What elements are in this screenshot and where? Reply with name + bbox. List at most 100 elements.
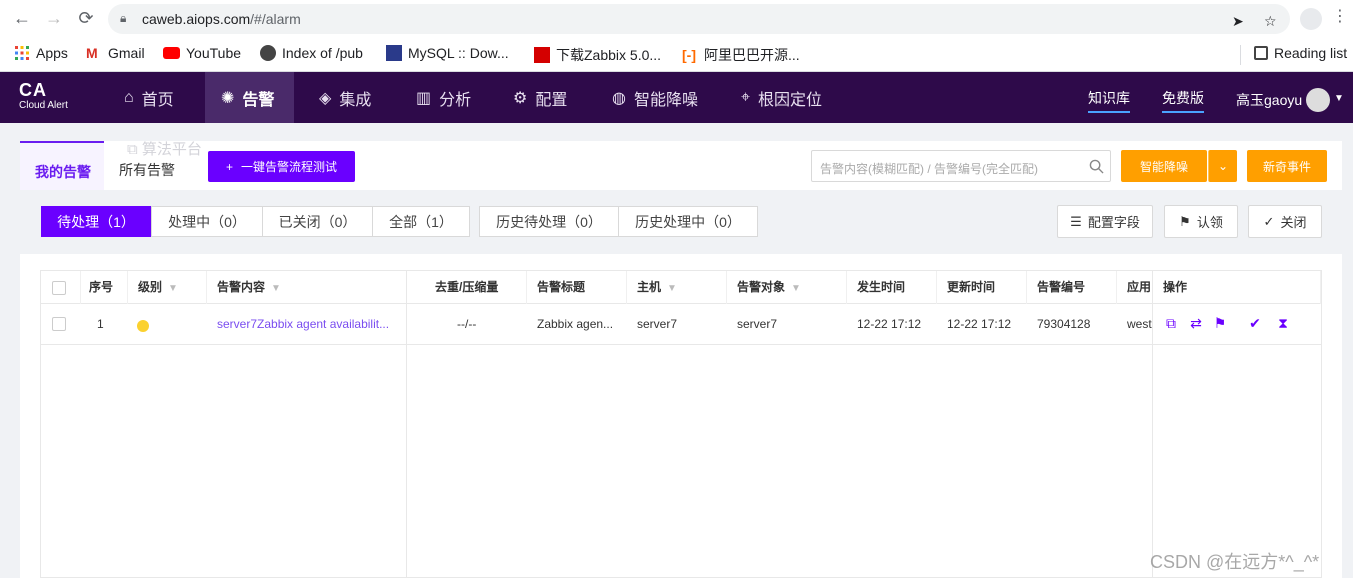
search-icon[interactable] bbox=[1089, 159, 1104, 174]
col-label: 告警对象 bbox=[737, 280, 786, 294]
cell-alarm-no: 79304128 bbox=[1037, 317, 1091, 331]
cell-object: server7 bbox=[737, 317, 778, 331]
reading-list[interactable]: Reading list bbox=[1254, 45, 1347, 61]
filter-icon[interactable]: ▼ bbox=[667, 272, 677, 304]
bookmark-zabbix[interactable]: 下载Zabbix 5.0... bbox=[534, 45, 661, 65]
filter-pending[interactable]: 待处理（1） bbox=[41, 206, 151, 237]
cell-update-time: 12-22 17:12 bbox=[947, 317, 1012, 331]
star-icon[interactable]: ☆ bbox=[1264, 13, 1277, 30]
send-icon[interactable]: ➤ bbox=[1232, 13, 1244, 30]
apps-grid-icon bbox=[15, 46, 29, 60]
nav-label: 告警 bbox=[242, 91, 275, 109]
col-label: 告警内容 bbox=[217, 280, 266, 294]
ghost-algorithm-platform: ⧉ 算法平台 bbox=[127, 138, 202, 159]
filter-history-pending[interactable]: 历史待处理（0） bbox=[479, 206, 619, 237]
alarm-search-input[interactable]: 告警内容(模糊匹配) / 告警编号(完全匹配) bbox=[811, 150, 1111, 182]
col-object[interactable]: 告警对象 ▼ bbox=[727, 271, 847, 304]
layers-icon: ◈ bbox=[319, 89, 332, 107]
col-content[interactable]: 告警内容 ▼ bbox=[207, 271, 407, 304]
alarm-light-icon: ✺ bbox=[221, 89, 235, 107]
col-index: 序号 bbox=[79, 271, 128, 304]
fixed-col-divider bbox=[406, 271, 407, 577]
logo[interactable]: CA Cloud Alert bbox=[19, 80, 68, 112]
menu-icon[interactable]: ⋮ bbox=[1332, 6, 1348, 26]
cell-content-link[interactable]: server7Zabbix agent availabilit... bbox=[207, 304, 403, 344]
close-label: 关闭 bbox=[1280, 215, 1307, 230]
smart-noise-button[interactable]: 智能降噪 bbox=[1121, 150, 1207, 182]
bookmark-label: Apps bbox=[36, 45, 68, 61]
youtube-icon bbox=[163, 47, 180, 59]
watermark: CSDN @在远方*^_^* bbox=[1150, 552, 1320, 572]
nav-home[interactable]: ⌂ 首页 bbox=[108, 72, 190, 123]
chevron-down-icon[interactable]: ⌄ bbox=[1208, 150, 1237, 182]
bookmark-index-pub[interactable]: Index of /pub bbox=[260, 45, 363, 61]
alibaba-icon: [-] bbox=[682, 47, 696, 63]
close-button[interactable]: ✓ 关闭 bbox=[1248, 205, 1322, 238]
nav-alarm[interactable]: ✺ 告警 bbox=[205, 72, 294, 123]
home-icon: ⌂ bbox=[124, 88, 134, 106]
knowledge-base-link[interactable]: 知识库 bbox=[1088, 88, 1130, 113]
nav-integration[interactable]: ◈ 集成 bbox=[303, 72, 387, 123]
col-alarm-no: 告警编号 bbox=[1027, 271, 1117, 304]
alarm-table: 序号 级别 ▼ 告警内容 ▼ 去重/压缩量 告警标题 主机 ▼ 告警对象 ▼ 发生时间 … bbox=[40, 270, 1322, 578]
claim-button[interactable]: ⚑ 认领 bbox=[1164, 205, 1238, 238]
avatar[interactable] bbox=[1306, 88, 1330, 112]
gear-icon: ⚙ bbox=[513, 89, 528, 107]
back-icon[interactable]: ← bbox=[10, 6, 34, 30]
filter-processing[interactable]: 处理中（0） bbox=[151, 206, 263, 237]
one-click-test-button[interactable]: + 一键告警流程测试 bbox=[208, 151, 355, 182]
select-all-checkbox[interactable] bbox=[52, 281, 66, 295]
check-icon: ✓ bbox=[1263, 213, 1275, 229]
col-occur-time: 发生时间 bbox=[847, 271, 937, 304]
col-level[interactable]: 级别 ▼ bbox=[128, 271, 207, 304]
cell-index: 1 bbox=[97, 317, 104, 331]
nav-root-cause[interactable]: ⌖ 根因定位 bbox=[725, 72, 838, 123]
url-bar[interactable]: 🔒︎ caweb.aiops.com/#/alarm ➤ ☆ bbox=[108, 4, 1290, 34]
reading-list-icon bbox=[1254, 46, 1268, 60]
flag-icon[interactable]: ⚑ bbox=[1212, 315, 1228, 331]
filter-icon[interactable]: ▼ bbox=[271, 272, 281, 304]
bookmark-label: 下载Zabbix 5.0... bbox=[556, 47, 662, 63]
filter-all[interactable]: 全部（1） bbox=[372, 206, 470, 237]
bookmark-youtube[interactable]: YouTube bbox=[163, 45, 241, 61]
tab-my-alarms[interactable]: 我的告警 bbox=[20, 141, 104, 190]
col-host[interactable]: 主机 ▼ bbox=[627, 271, 727, 304]
nav-config[interactable]: ⚙ 配置 bbox=[497, 72, 583, 123]
forward-icon[interactable]: → bbox=[42, 6, 66, 30]
col-actions: 操作 bbox=[1153, 271, 1321, 304]
profile-icon[interactable] bbox=[1300, 8, 1322, 30]
new-event-button[interactable]: 新奇事件 bbox=[1247, 150, 1327, 182]
user-name[interactable]: 高玉gaoyu bbox=[1236, 90, 1302, 110]
cell-dedup: --/-- bbox=[457, 317, 477, 331]
col-dedup: 去重/压缩量 bbox=[407, 271, 527, 304]
logo-sub: Cloud Alert bbox=[19, 100, 68, 111]
reload-icon[interactable]: ⟳ bbox=[74, 6, 98, 30]
row-checkbox[interactable] bbox=[52, 317, 66, 331]
bookmark-alibaba[interactable]: [-] 阿里巴巴开源... bbox=[682, 45, 800, 65]
app-header: CA Cloud Alert ⌂ 首页 ✺ 告警 ◈ 集成 ▥ 分析 ⚙ 配置 ◍ 智能降噪… bbox=[0, 72, 1353, 123]
escalate-icon[interactable]: ⧗ bbox=[1275, 315, 1291, 331]
bookmark-label: Gmail bbox=[108, 45, 145, 61]
nav-noise-reduction[interactable]: ◍ 智能降噪 bbox=[596, 72, 714, 123]
search-placeholder: 告警内容(模糊匹配) / 告警编号(完全匹配) bbox=[820, 162, 1038, 176]
free-plan-link[interactable]: 免费版 bbox=[1162, 88, 1204, 113]
sliders-icon: ☰ bbox=[1070, 213, 1082, 229]
ghost-icon: ⧉ bbox=[127, 141, 142, 158]
cell-occur-time: 12-22 17:12 bbox=[857, 317, 922, 331]
check-icon[interactable]: ✔ bbox=[1247, 315, 1263, 331]
nav-label: 集成 bbox=[339, 91, 372, 109]
bookmark-gmail[interactable]: M Gmail bbox=[86, 45, 145, 61]
lock-icon: 🔒︎ bbox=[120, 11, 127, 25]
nav-analysis[interactable]: ▥ 分析 bbox=[400, 72, 487, 123]
transfer-icon[interactable]: ⇄ bbox=[1188, 315, 1204, 331]
filter-history-processing[interactable]: 历史处理中（0） bbox=[618, 206, 758, 237]
bookmark-apps[interactable]: Apps bbox=[14, 45, 68, 61]
filter-icon[interactable]: ▼ bbox=[791, 272, 801, 304]
view-detail-icon[interactable]: ⧉ bbox=[1163, 315, 1179, 331]
chevron-down-icon[interactable]: ▼ bbox=[1334, 93, 1344, 104]
config-fields-button[interactable]: ☰ 配置字段 bbox=[1057, 205, 1153, 238]
filter-icon[interactable]: ▼ bbox=[168, 272, 178, 304]
noise-icon: ◍ bbox=[612, 89, 626, 107]
bookmark-mysql[interactable]: MySQL :: Dow... bbox=[386, 45, 509, 61]
filter-closed[interactable]: 已关闭（0） bbox=[262, 206, 373, 237]
